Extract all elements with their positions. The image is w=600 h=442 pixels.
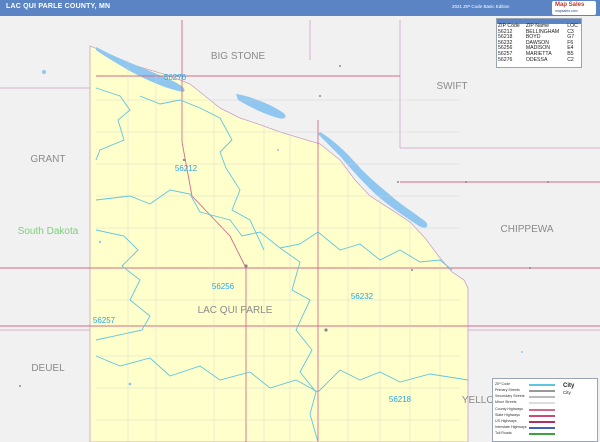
zip-label: 56257 bbox=[93, 316, 116, 325]
logo-subtext: mapsales.com bbox=[555, 9, 578, 13]
key-line bbox=[529, 409, 555, 411]
zip-label: 56232 bbox=[351, 292, 374, 301]
key-line bbox=[529, 433, 555, 435]
zip-label: 56276 bbox=[164, 73, 187, 82]
pond bbox=[42, 70, 46, 74]
key-line bbox=[529, 390, 555, 392]
zip-legend: ZIP Code ZIP Name LOC 56212 BELLINGHAM C… bbox=[496, 18, 582, 68]
county-label-lac-qui-parle: LAC QUI PARLE bbox=[198, 305, 273, 316]
legend-name: ODESSA bbox=[525, 56, 548, 63]
key-line bbox=[529, 421, 555, 423]
key-item: County Highways bbox=[495, 407, 523, 411]
key-item: Interstate Highways bbox=[495, 425, 527, 429]
key-line bbox=[529, 396, 555, 398]
key-line bbox=[529, 427, 555, 429]
county-label-swift: SWIFT bbox=[436, 81, 467, 92]
key-item: US Highways bbox=[495, 419, 517, 423]
key-item: ZIP Code bbox=[495, 382, 511, 386]
county-label-deuel: DEUEL bbox=[31, 363, 65, 374]
county-label-grant: GRANT bbox=[31, 154, 66, 165]
key-item: State Highways bbox=[495, 413, 520, 417]
pond bbox=[521, 351, 523, 353]
zip-label: 56256 bbox=[212, 282, 235, 291]
edition-label: 2021 ZIP Code Basic Edition bbox=[452, 4, 510, 9]
key-city-large: City bbox=[563, 383, 575, 389]
county-label-chippewa: CHIPPEWA bbox=[501, 224, 554, 235]
zip-label: 56212 bbox=[175, 164, 198, 173]
key-line bbox=[529, 402, 555, 404]
logo-text: Map Sales bbox=[555, 2, 585, 8]
map-key: ZIP Code Primary Streets Secondary Stree… bbox=[492, 378, 598, 442]
zip-label: 56218 bbox=[389, 395, 412, 404]
key-city-small: City bbox=[563, 390, 571, 395]
legend-row: 56276 ODESSA C2 bbox=[497, 56, 581, 64]
county-label-big-stone: BIG STONE bbox=[211, 51, 266, 62]
county-label-yellow: YELLO bbox=[462, 395, 494, 406]
legend-table: ZIP Code ZIP Name LOC 56212 BELLINGHAM C… bbox=[497, 23, 581, 64]
key-item: Secondary Streets bbox=[495, 394, 525, 398]
pond bbox=[277, 149, 279, 151]
publisher-logo[interactable]: Map Sales mapsales.com bbox=[552, 1, 596, 15]
key-line bbox=[529, 415, 555, 417]
map-header: LAC QUI PARLE COUNTY, MN 2021 ZIP Code B… bbox=[0, 0, 600, 16]
state-label: South Dakota bbox=[18, 226, 79, 237]
pond bbox=[98, 240, 102, 244]
key-item: Toll Roads bbox=[495, 431, 512, 435]
key-line bbox=[529, 384, 555, 386]
key-item: Minor Streets bbox=[495, 400, 517, 404]
key-item: Primary Streets bbox=[495, 388, 520, 392]
map-title: LAC QUI PARLE COUNTY, MN bbox=[6, 3, 111, 10]
legend-loc: C2 bbox=[567, 56, 574, 63]
pond bbox=[128, 382, 132, 386]
legend-zip: 56276 bbox=[498, 56, 513, 63]
